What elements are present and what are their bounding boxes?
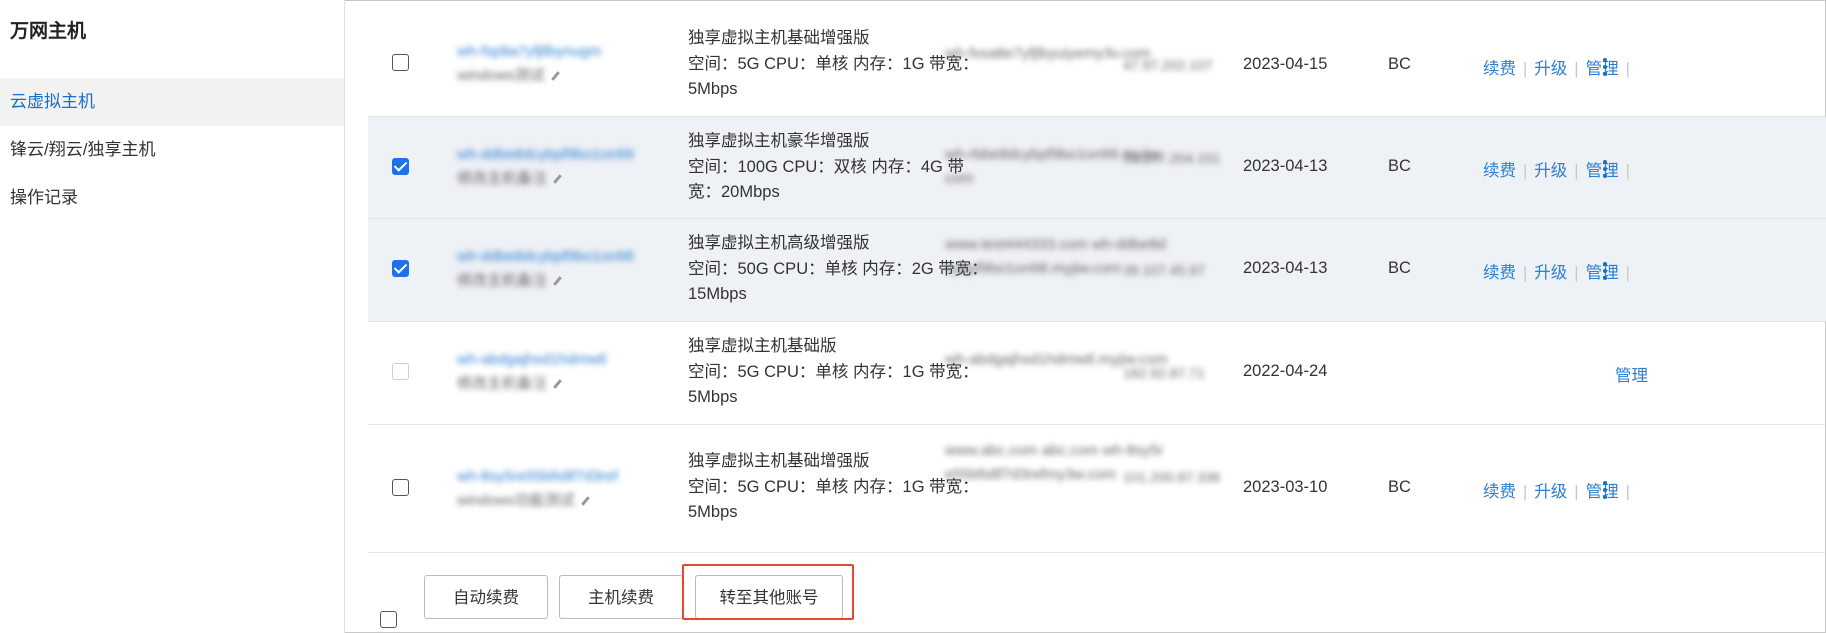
host-renew-button[interactable]: 主机续费 [559,575,683,619]
row-actions: 续费 | 升级 | 管理 | [1483,483,1630,501]
ip-address: 182.92.87.71 [1123,365,1205,381]
host-note: 修改主机备注 [457,170,548,187]
manage-link[interactable]: 管理 [1615,362,1648,386]
row-actions: 续费 | 升级 | 管理 | [1483,162,1630,180]
ip-address: 47.97.202.107 [1123,57,1213,73]
spec-title: 独享虚拟主机基础增强版 [688,452,870,470]
table-row: wh-ddbe8dcybpf9bo1on99 修改主机备注 独享虚拟主机豪华增强… [368,117,1826,219]
select-all-checkbox[interactable] [380,611,397,628]
sidebar-item-operation-log[interactable]: 操作记录 [0,174,344,222]
host-type: BC [1388,478,1411,496]
spec-detail: 空间：100G CPU：双核 内存：4G 带宽：20Mbps [688,157,964,202]
expire-date: 2023-04-15 [1243,55,1328,73]
host-name-link[interactable]: wh-ddbe8dcybpf9bo1on98 [457,245,687,269]
host-note: 修改主机备注 [457,375,548,392]
row-checkbox[interactable] [392,479,409,496]
edit-note-icon[interactable] [581,496,591,506]
more-menu-icon[interactable] [1603,262,1607,280]
renew-link[interactable]: 续费 [1483,483,1516,501]
expire-date: 2023-04-13 [1243,259,1328,277]
host-note: 修改主机备注 [457,272,548,289]
host-list: wh-fsp8a7yfjllbynugm windows测试 独享虚拟主机基础增… [345,0,1826,633]
spec-detail: 空间：50G CPU：单核 内存：2G 带宽：15Mbps [688,259,988,304]
spec-title: 独享虚拟主机基础增强版 [688,29,870,47]
expire-date: 2023-03-10 [1243,478,1328,496]
row-checkbox [392,363,409,380]
spec-detail: 空间：5G CPU：单核 内存：1G 带宽：5Mbps [688,362,979,407]
host-type: BC [1388,157,1411,175]
host-note: windows测试 [457,67,545,84]
sidebar-title: 万网主机 [10,21,87,42]
upgrade-link[interactable]: 升级 [1534,483,1567,501]
more-menu-icon[interactable] [1603,481,1607,499]
renew-link[interactable]: 续费 [1483,60,1516,78]
edit-note-icon[interactable] [553,276,563,286]
sidebar: 万网主机 云虚拟主机 锋云/翔云/独享主机 操作记录 [0,0,345,633]
table-row: wh-8sy5re55bfs8f7d3ref windows功能测试 独享虚拟主… [368,425,1826,553]
host-name-link[interactable]: wh-8sy5re55bfs8f7d3ref [457,465,687,489]
upgrade-link[interactable]: 升级 [1534,60,1567,78]
renew-link[interactable]: 续费 [1483,264,1516,282]
host-type: BC [1388,55,1411,73]
renew-link[interactable]: 续费 [1483,162,1516,180]
upgrade-link[interactable]: 升级 [1534,162,1567,180]
edit-note-icon[interactable] [551,71,561,81]
host-note: windows功能测试 [457,492,575,509]
expire-date: 2023-04-13 [1243,157,1328,175]
sidebar-item-cloud-virtual-host[interactable]: 云虚拟主机 [0,78,344,126]
edit-note-icon[interactable] [553,379,563,389]
expire-date: 2022-04-24 [1243,362,1328,380]
row-checkbox[interactable] [392,260,409,277]
host-type: BC [1388,259,1411,277]
spec-title: 独享虚拟主机基础版 [688,337,837,355]
host-name-link[interactable]: wh-ddbe8dcybpf9bo1on99 [457,143,687,167]
auto-renew-button[interactable]: 自动续费 [424,575,548,619]
host-name-link[interactable]: wh-fsp8a7yfjllbynugm [457,40,687,64]
ip-address: 101.200.87.336 [1123,469,1221,485]
more-menu-icon[interactable] [1603,160,1607,178]
spec-title: 独享虚拟主机豪华增强版 [688,132,870,150]
spec-title: 独享虚拟主机高级增强版 [688,234,870,252]
table-row: wh-abdgajhsd1hdmwtl 修改主机备注 独享虚拟主机基础版 空间：… [368,322,1826,425]
row-actions: 续费 | 升级 | 管理 | [1483,60,1630,78]
table-row: wh-fsp8a7yfjllbynugm windows测试 独享虚拟主机基础增… [368,14,1826,117]
row-actions: 续费 | 升级 | 管理 | [1483,264,1630,282]
edit-note-icon[interactable] [553,174,563,184]
row-checkbox[interactable] [392,54,409,71]
ip-address: 39.107.204.151 [1123,150,1221,166]
spec-detail: 空间：5G CPU：单核 内存：1G 带宽：5Mbps [688,54,979,99]
ip-address: 39.107.45.97 [1123,262,1205,278]
sidebar-item-dedicated-host[interactable]: 锋云/翔云/独享主机 [0,126,344,174]
spec-detail: 空间：5G CPU：单核 内存：1G 带宽：5Mbps [688,477,979,522]
highlight-box [682,564,854,620]
upgrade-link[interactable]: 升级 [1534,264,1567,282]
row-checkbox[interactable] [392,158,409,175]
more-menu-icon[interactable] [1603,58,1607,76]
host-name-link[interactable]: wh-abdgajhsd1hdmwtl [457,348,687,372]
table-row: wh-ddbe8dcybpf9bo1on98 修改主机备注 独享虚拟主机高级增强… [368,219,1826,322]
